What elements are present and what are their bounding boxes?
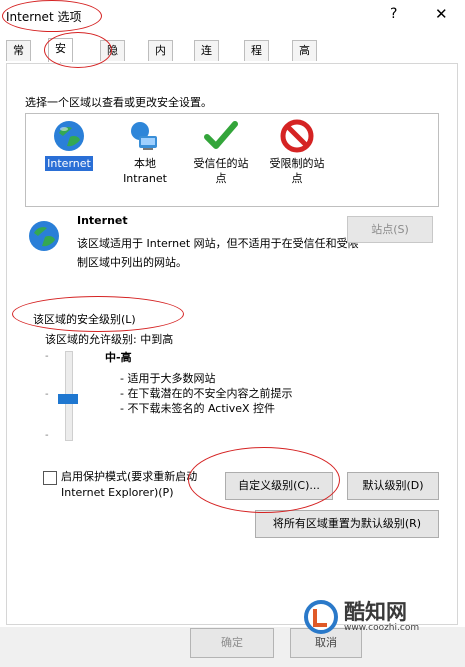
zone-internet[interactable]: Internet <box>32 119 106 171</box>
ok-button[interactable]: 确定 <box>190 628 274 658</box>
slider-tick: - <box>45 351 49 362</box>
slider-tick: - <box>45 430 49 441</box>
zone-list: Internet 本地 Intranet 受信任的站 点 受限制的站 点 <box>25 113 439 207</box>
annotation-circle-title <box>2 0 102 32</box>
slider-tick: - <box>45 389 49 400</box>
tab-programs[interactable]: 程序 <box>244 40 269 77</box>
zone-label: 受信任的站 点 <box>193 157 249 185</box>
intranet-icon <box>131 122 157 150</box>
security-level-group: 该区域的安全级别(L) 该区域的允许级别: 中到高 - - - 中-高 - 适用… <box>25 311 437 451</box>
zone-label: 本地 Intranet <box>123 157 167 185</box>
zone-trusted-sites[interactable]: 受信任的站 点 <box>184 119 258 186</box>
zone-intranet[interactable]: 本地 Intranet <box>108 119 182 186</box>
restricted-icon <box>280 119 314 153</box>
security-level-name: 中-高 <box>105 351 132 364</box>
tab-content[interactable]: 内容 <box>148 40 173 77</box>
zone-detail-description: 该区域适用于 Internet 网站，但不适用于在受信任和受限制区域中列出的网站… <box>77 237 359 269</box>
internet-options-dialog: Internet 选项 ? ✕ 常规 安全 隐私 内容 连接 程序 高级 选择一… <box>0 0 465 667</box>
security-level-bullet: - 在下载潜在的不安全内容之前提示 <box>120 387 293 400</box>
allowed-levels-text: 该区域的允许级别: 中到高 <box>45 333 174 346</box>
zone-intro-text: 选择一个区域以查看或更改安全设置。 <box>25 96 212 109</box>
default-level-button[interactable]: 默认级别(D) <box>347 472 439 500</box>
protected-mode-checkbox[interactable] <box>43 471 57 485</box>
security-level-bullet: - 不下载未签名的 ActiveX 控件 <box>120 402 276 415</box>
zone-label: Internet <box>45 156 93 171</box>
watermark-name: 酷知网 <box>344 600 407 624</box>
tab-connections[interactable]: 连接 <box>194 40 219 77</box>
globe-icon <box>54 121 84 151</box>
security-level-bullets: - 适用于大多数网站 - 在下载潜在的不安全内容之前提示 - 不下载未签名的 A… <box>120 371 292 416</box>
security-level-bullet: - 适用于大多数网站 <box>120 372 216 385</box>
annotation-circle-security-tab <box>44 32 112 68</box>
close-button[interactable]: ✕ <box>435 5 448 23</box>
zone-restricted-sites[interactable]: 受限制的站 点 <box>260 119 334 186</box>
watermark-logo-icon <box>304 600 338 634</box>
checkmark-icon <box>204 121 238 149</box>
annotation-circle-security-level <box>12 296 184 332</box>
security-level-slider-thumb[interactable] <box>58 394 78 404</box>
tab-general[interactable]: 常规 <box>6 40 31 77</box>
help-button[interactable]: ? <box>390 6 397 22</box>
watermark-url: www.coozhi.com <box>344 623 420 633</box>
globe-icon <box>29 221 59 251</box>
sites-button[interactable]: 站点(S) <box>347 216 433 243</box>
annotation-circle-custom-level <box>188 447 340 513</box>
zone-label: 受限制的站 点 <box>269 157 325 185</box>
security-tab-panel: 选择一个区域以查看或更改安全设置。 Internet 本地 Intranet 受… <box>6 63 458 625</box>
zone-detail-title: Internet <box>77 214 128 227</box>
tab-advanced[interactable]: 高级 <box>292 40 317 77</box>
reset-all-zones-button[interactable]: 将所有区域重置为默认级别(R) <box>255 510 439 538</box>
